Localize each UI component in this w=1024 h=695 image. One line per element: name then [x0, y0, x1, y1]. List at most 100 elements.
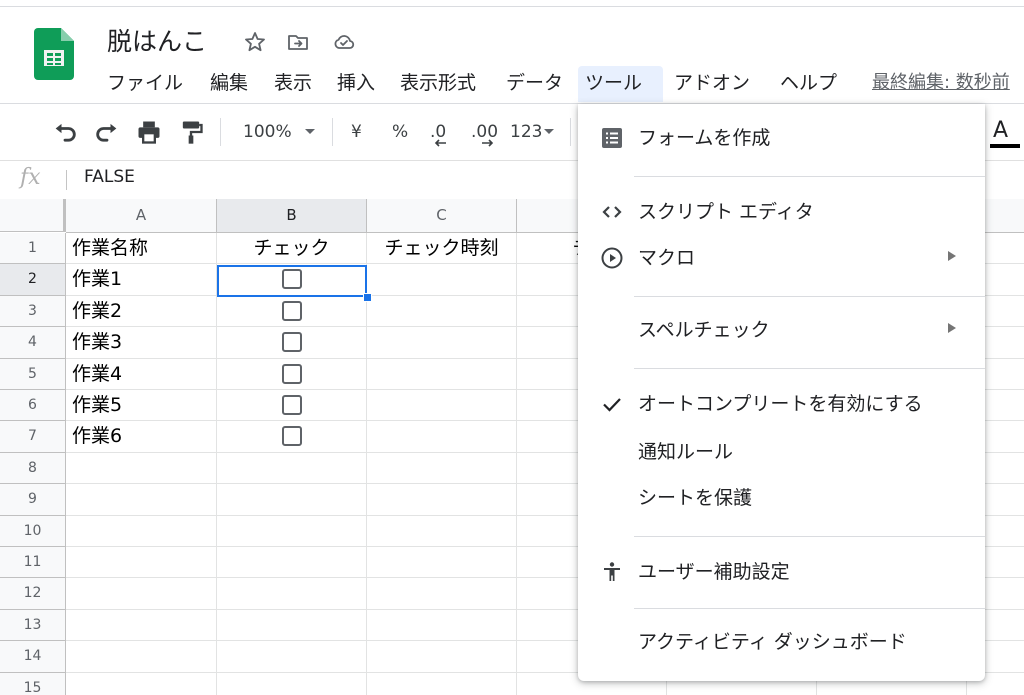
cell-a13[interactable]: [66, 609, 217, 642]
percent-format-button[interactable]: %: [392, 118, 408, 146]
menu-item-macro[interactable]: マクロ: [578, 238, 985, 278]
menu-tools[interactable]: ツール: [578, 66, 663, 102]
cell-c8[interactable]: [367, 452, 517, 485]
cell-b15[interactable]: [217, 672, 367, 695]
formula-input[interactable]: FALSE: [84, 167, 135, 187]
fill-handle[interactable]: [363, 293, 372, 302]
document-title[interactable]: 脱はんこ: [107, 22, 207, 58]
row-header-7[interactable]: 7: [0, 421, 66, 453]
zoom-select[interactable]: 100%: [243, 118, 292, 146]
menu-data[interactable]: データ: [499, 66, 570, 102]
cell-c1[interactable]: チェック時刻: [367, 233, 517, 265]
menu-item-protect-sheet[interactable]: シートを保護: [578, 478, 985, 518]
more-formats-dropdown-icon[interactable]: [540, 122, 558, 140]
cell-a10[interactable]: [66, 515, 217, 547]
cell-c9[interactable]: [367, 484, 517, 516]
row-header-3[interactable]: 3: [0, 295, 66, 328]
cell-c3[interactable]: [367, 295, 517, 328]
checkbox[interactable]: [282, 300, 302, 321]
menu-view[interactable]: 表示: [267, 66, 319, 102]
print-icon[interactable]: [135, 118, 163, 146]
more-formats-button[interactable]: 123: [510, 118, 542, 146]
row-header-15[interactable]: 15: [0, 672, 66, 695]
menu-addons[interactable]: アドオン: [667, 66, 757, 102]
checkbox[interactable]: [282, 332, 302, 353]
menu-item-create-form[interactable]: フォームを作成: [578, 118, 985, 158]
cell-b11[interactable]: [217, 547, 367, 579]
cell-a15[interactable]: [66, 672, 217, 695]
cell-a6[interactable]: 作業5: [66, 390, 217, 422]
cell-b13[interactable]: [217, 609, 367, 642]
row-header-5[interactable]: 5: [0, 358, 66, 390]
column-header-c[interactable]: C: [367, 199, 517, 233]
cell-a1[interactable]: 作業名称: [66, 233, 217, 265]
cell-a9[interactable]: [66, 484, 217, 516]
cell-c13[interactable]: [367, 609, 517, 642]
menu-item-activity-dashboard[interactable]: アクティビティ ダッシュボード: [578, 622, 985, 662]
last-edit-link[interactable]: 最終編集: 数秒前: [872, 66, 1010, 102]
row-header-12[interactable]: 12: [0, 578, 66, 610]
cell-b10[interactable]: [217, 515, 367, 547]
row-header-8[interactable]: 8: [0, 452, 66, 485]
menu-format[interactable]: 表示形式: [393, 66, 483, 102]
redo-icon[interactable]: [93, 118, 121, 146]
checkbox[interactable]: [282, 426, 302, 447]
checkbox[interactable]: [282, 363, 302, 384]
cell-b1[interactable]: チェック: [217, 233, 367, 265]
column-header-b[interactable]: B: [217, 199, 367, 233]
menu-file[interactable]: ファイル: [100, 66, 190, 102]
currency-format-button[interactable]: ¥: [351, 118, 362, 146]
undo-icon[interactable]: [51, 118, 79, 146]
cell-a5[interactable]: 作業4: [66, 358, 217, 390]
row-header-11[interactable]: 11: [0, 547, 66, 579]
paint-format-icon[interactable]: [177, 118, 205, 146]
cell-b9[interactable]: [217, 484, 367, 516]
select-all-corner[interactable]: [0, 199, 66, 232]
menu-item-spell-check[interactable]: スペルチェック: [578, 310, 985, 350]
menu-item-notification-rules[interactable]: 通知ルール: [578, 432, 985, 472]
cell-c6[interactable]: [367, 390, 517, 422]
checkbox[interactable]: [282, 395, 302, 415]
menu-item-accessibility[interactable]: ユーザー補助設定: [578, 552, 985, 592]
cell-a11[interactable]: [66, 547, 217, 579]
row-header-9[interactable]: 9: [0, 484, 66, 516]
row-header-10[interactable]: 10: [0, 515, 66, 547]
cell-c5[interactable]: [367, 358, 517, 390]
cell-a8[interactable]: [66, 452, 217, 485]
row-header-14[interactable]: 14: [0, 641, 66, 673]
row-header-4[interactable]: 4: [0, 327, 66, 359]
cell-b12[interactable]: [217, 578, 367, 610]
cell-a4[interactable]: 作業3: [66, 327, 217, 359]
row-header-1[interactable]: 1: [0, 233, 66, 265]
cell-b8[interactable]: [217, 452, 367, 485]
star-icon[interactable]: [243, 30, 267, 54]
menu-item-autocomplete[interactable]: オートコンプリートを有効にする: [578, 384, 985, 424]
cell-c2[interactable]: [367, 264, 517, 296]
cloud-saved-icon[interactable]: [332, 30, 356, 54]
cell-c15[interactable]: [367, 672, 517, 695]
cell-c11[interactable]: [367, 547, 517, 579]
cell-a7[interactable]: 作業6: [66, 421, 217, 453]
cell-c10[interactable]: [367, 515, 517, 547]
zoom-dropdown-icon[interactable]: [301, 122, 319, 140]
menu-item-script-editor[interactable]: スクリプト エディタ: [578, 192, 985, 232]
cell-a14[interactable]: [66, 641, 217, 673]
text-color-button[interactable]: A: [993, 118, 1008, 143]
row-header-6[interactable]: 6: [0, 390, 66, 422]
sheets-logo-icon[interactable]: [34, 28, 74, 80]
menu-insert[interactable]: 挿入: [330, 66, 382, 102]
menu-help[interactable]: ヘルプ: [773, 66, 844, 102]
cell-c14[interactable]: [367, 641, 517, 673]
column-header-a[interactable]: A: [66, 199, 217, 233]
cell-b14[interactable]: [217, 641, 367, 673]
cell-c12[interactable]: [367, 578, 517, 610]
cell-c4[interactable]: [367, 327, 517, 359]
menu-edit[interactable]: 編集: [203, 66, 255, 102]
row-header-2[interactable]: 2: [0, 264, 66, 296]
cell-a2[interactable]: 作業1: [66, 264, 217, 296]
move-to-folder-icon[interactable]: [286, 30, 310, 54]
cell-a12[interactable]: [66, 578, 217, 610]
cell-c7[interactable]: [367, 421, 517, 453]
cell-a3[interactable]: 作業2: [66, 295, 217, 328]
row-header-13[interactable]: 13: [0, 609, 66, 642]
